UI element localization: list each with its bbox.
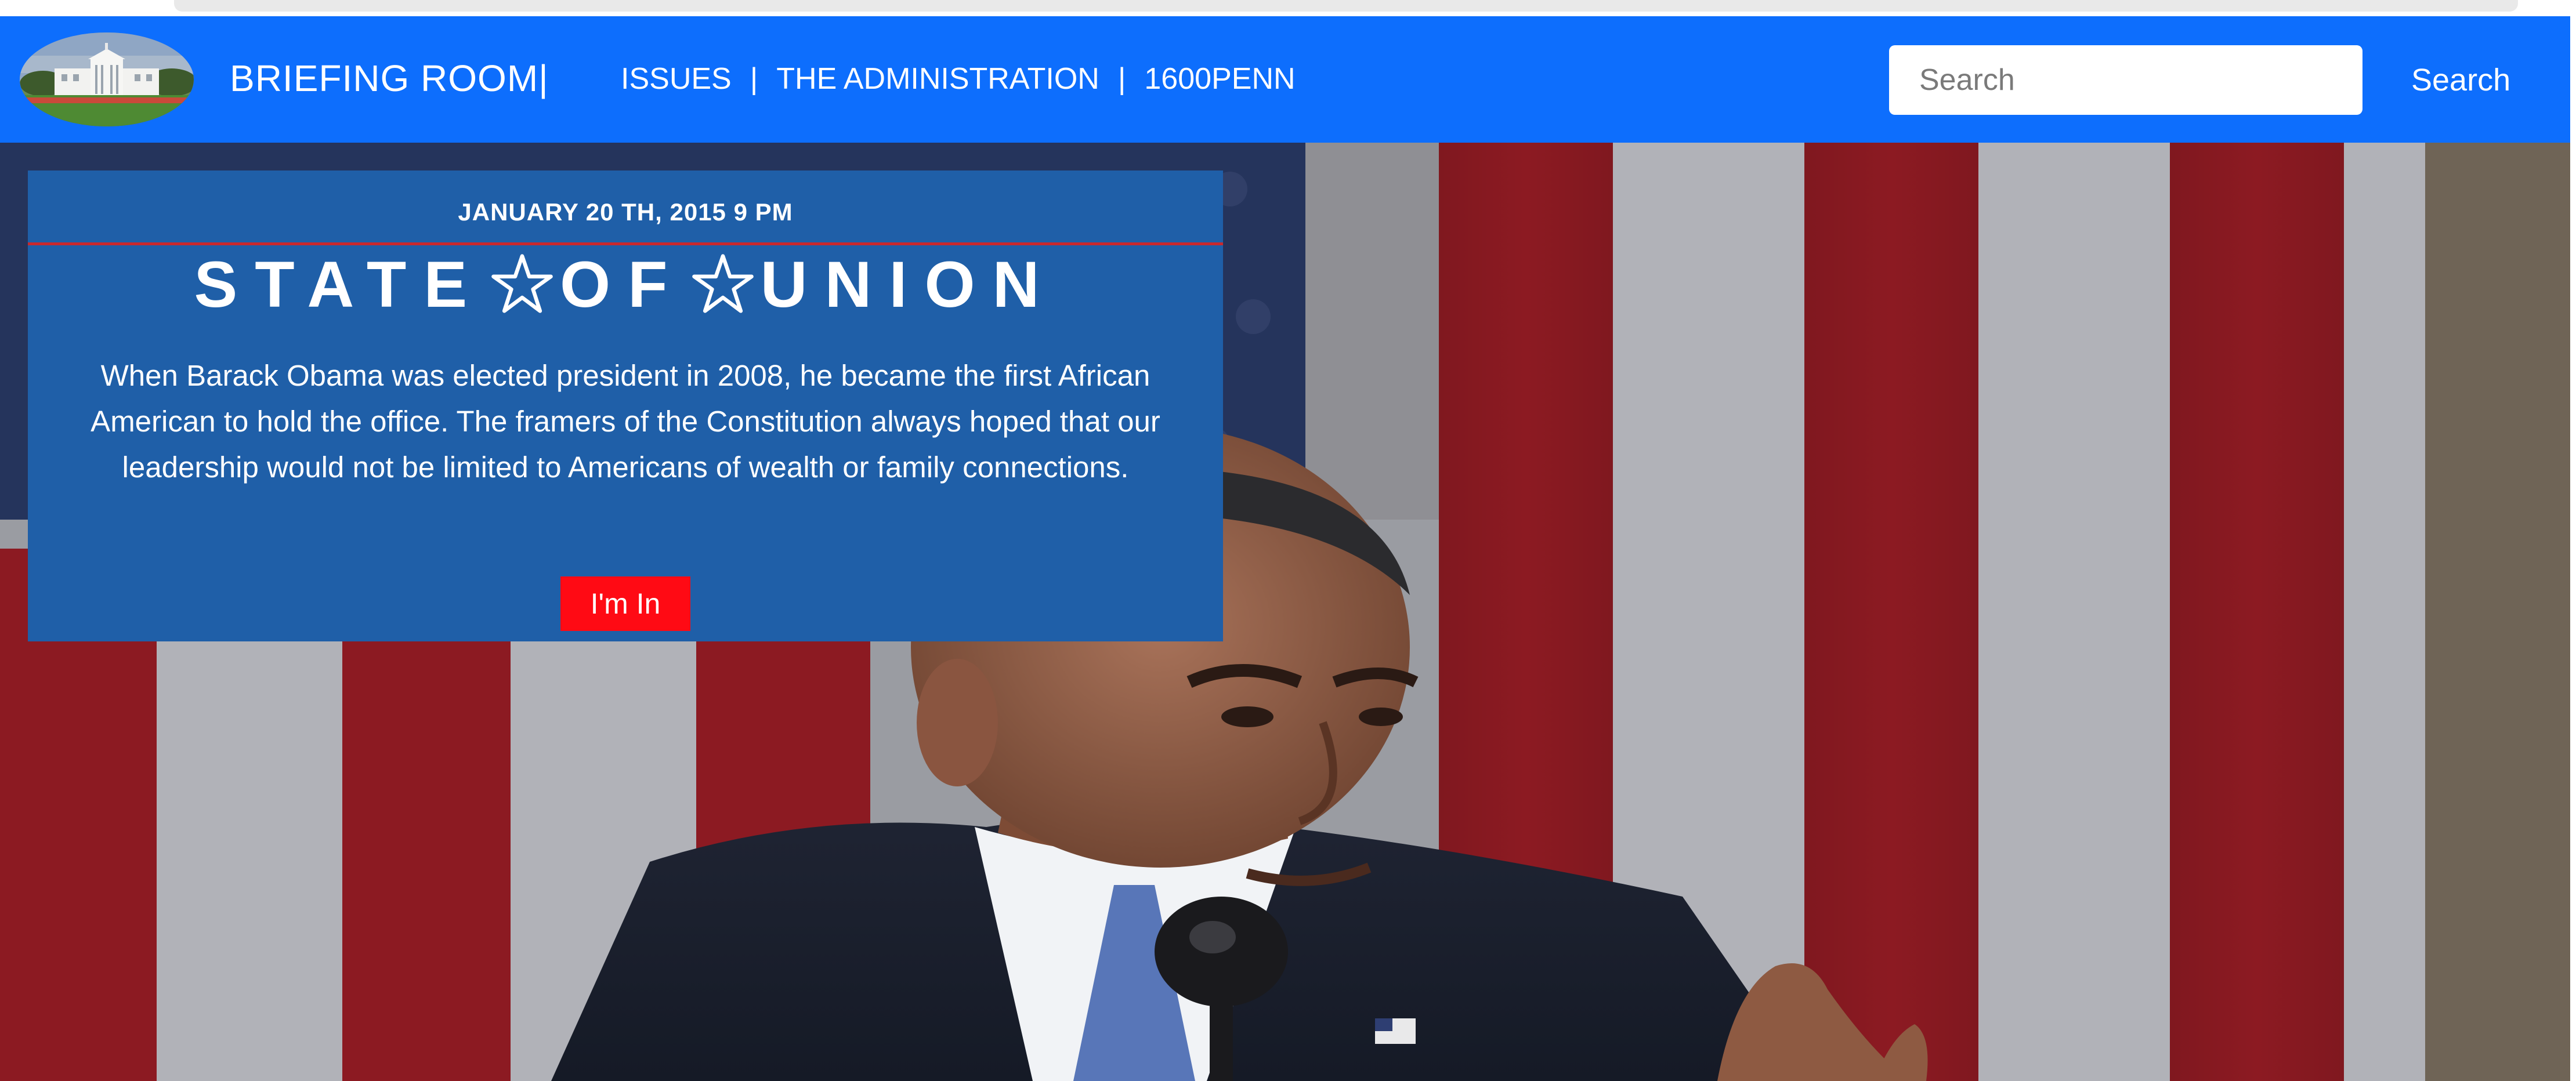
page-right-edge: [2570, 16, 2576, 1081]
nav-separator: |: [1117, 62, 1126, 96]
star-outline-icon: [692, 254, 754, 313]
nav-separator: |: [750, 62, 758, 96]
page: BRIEFING ROOM| ISSUES | THE ADMINISTRATI…: [0, 0, 2576, 1081]
card-title: STATE OF UNION: [28, 247, 1223, 322]
browser-top-strip: [0, 0, 2576, 16]
card-divider: [28, 242, 1223, 245]
nav-link-1600penn[interactable]: 1600PENN: [1144, 61, 1295, 96]
search-input[interactable]: [1889, 45, 2362, 115]
main-nav: ISSUES | THE ADMINISTRATION | 1600PENN: [621, 61, 1314, 96]
card-description: When Barack Obama was elected president …: [91, 359, 1160, 484]
white-house-icon[interactable]: [20, 32, 194, 126]
title-word-union: UNION: [760, 248, 1057, 321]
scrollbar-track[interactable]: [174, 0, 2518, 12]
star-outline-icon: [491, 254, 553, 313]
event-date: JANUARY 20 TH, 2015 9 PM: [458, 198, 793, 226]
nav-link-issues[interactable]: ISSUES: [621, 61, 732, 96]
title-word-of: OF: [560, 248, 685, 321]
title-word-state: STATE: [194, 248, 485, 321]
navbar: BRIEFING ROOM| ISSUES | THE ADMINISTRATI…: [0, 16, 2576, 143]
sotu-card: JANUARY 20 TH, 2015 9 PM STATE OF UNION Wh…: [28, 171, 1223, 641]
search-button[interactable]: Search: [2388, 45, 2550, 115]
im-in-button[interactable]: I'm In: [560, 576, 690, 631]
nav-link-administration[interactable]: THE ADMINISTRATION: [776, 61, 1099, 96]
brand-title[interactable]: BRIEFING ROOM|: [230, 57, 549, 100]
